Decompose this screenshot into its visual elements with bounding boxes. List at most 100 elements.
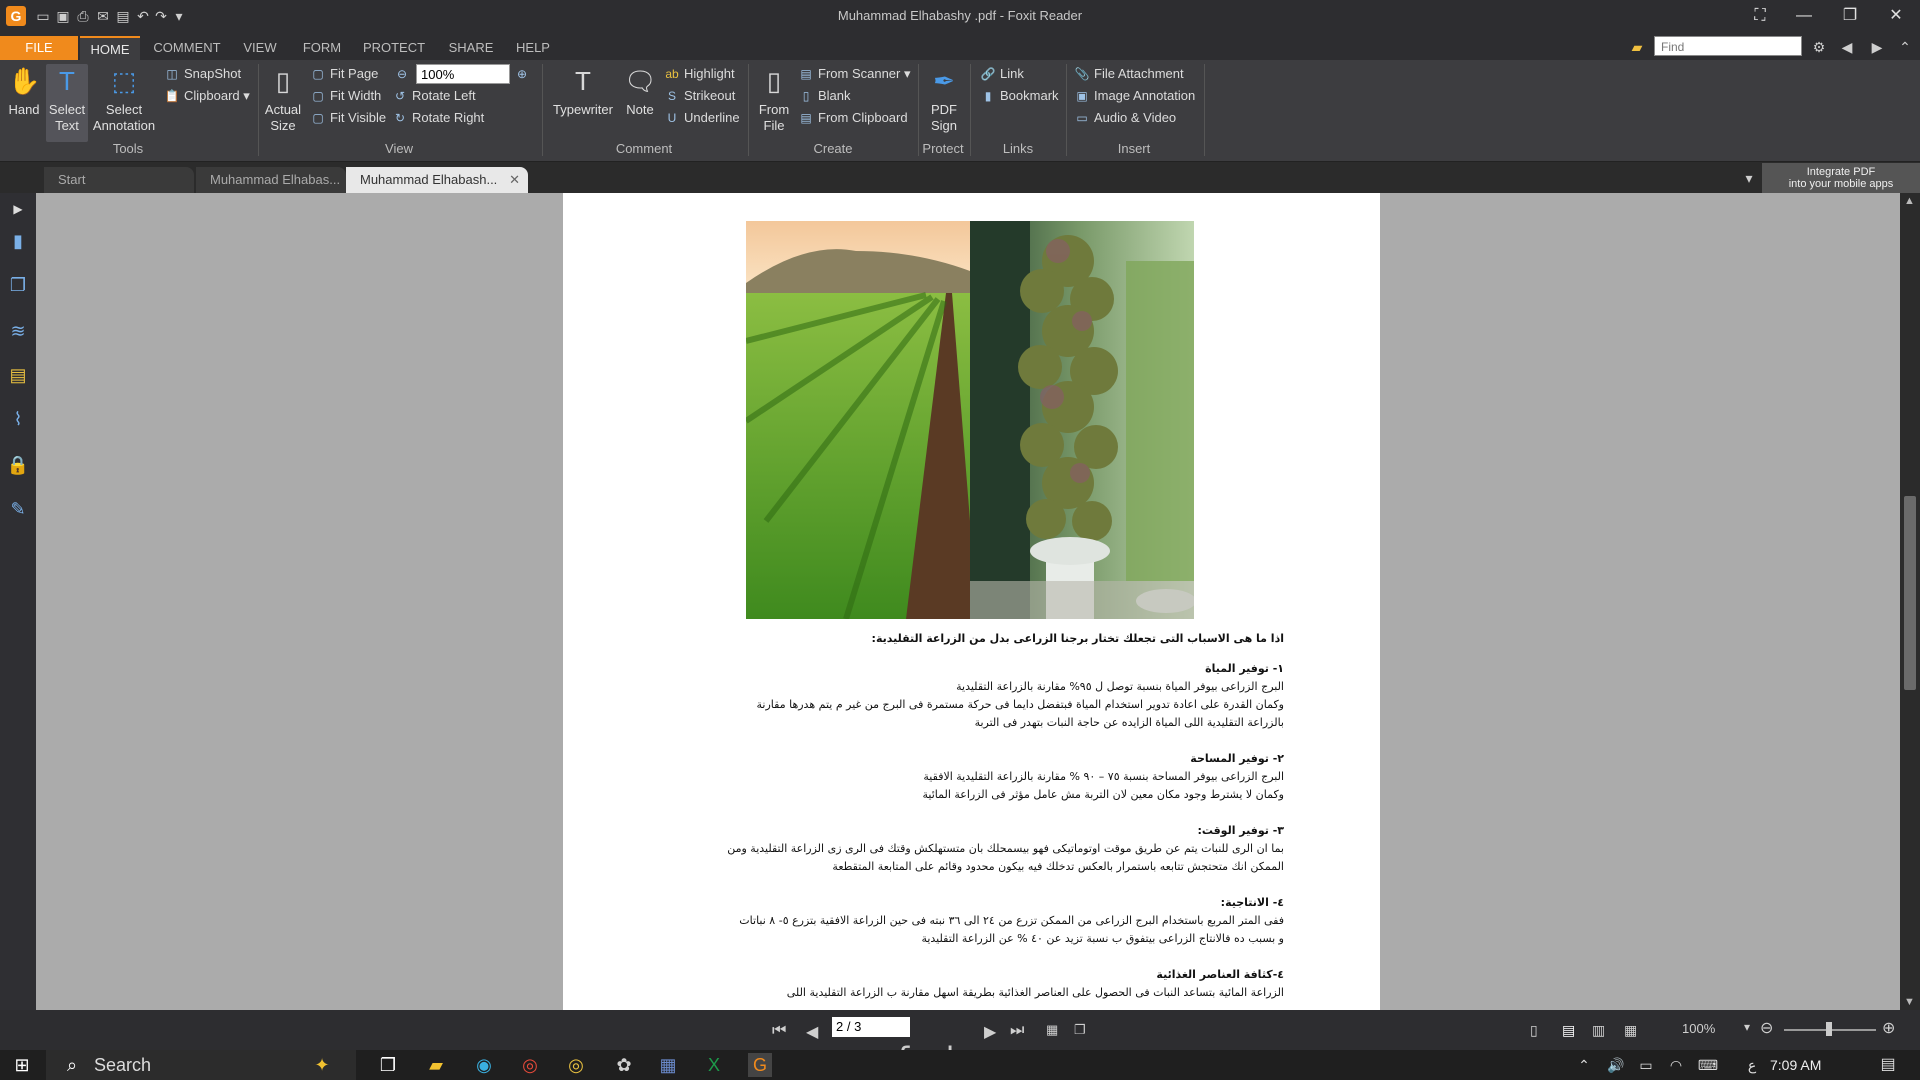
excel-icon[interactable]: X <box>702 1053 726 1077</box>
audio-video-button[interactable]: ▭ Audio & Video <box>1074 108 1176 128</box>
strikeout-button[interactable]: S Strikeout <box>664 86 735 106</box>
task-view-icon[interactable]: ❐ <box>376 1053 400 1077</box>
rotate-right-button[interactable]: ↻ Rotate Right <box>392 108 484 128</box>
scroll-thumb[interactable] <box>1904 496 1916 690</box>
pdf-page[interactable]: اذا ما هى الاسباب التى تجعلك تختار برجنا… <box>563 193 1380 1010</box>
file-explorer-icon[interactable]: ▰ <box>424 1053 448 1077</box>
restore-button[interactable]: ❐ <box>1830 4 1870 28</box>
language-indicator[interactable]: ع <box>1740 1053 1764 1077</box>
from-scanner-button[interactable]: ▤ From Scanner ▾ <box>798 64 910 84</box>
show-hidden-icons[interactable]: ⌃ <box>1572 1053 1596 1077</box>
fit-visible-button[interactable]: ▢ Fit Visible <box>310 108 386 128</box>
tab-comment[interactable]: COMMENT <box>146 36 228 60</box>
wifi-icon[interactable]: ◠ <box>1664 1053 1688 1077</box>
chrome-browser-icon[interactable]: ◎ <box>518 1053 542 1077</box>
fit-page-button[interactable]: ▢ Fit Page <box>310 64 378 84</box>
select-text-button[interactable]: T Select Text <box>46 64 88 142</box>
zoom-dropdown-icon[interactable]: ▾ <box>1744 1020 1750 1034</box>
copy-icon[interactable]: ❐ <box>1074 1022 1086 1038</box>
pdf-sign-button[interactable]: ✒ PDF Sign <box>924 64 964 134</box>
document-viewport[interactable]: اذا ما هى الاسباب التى تجعلك تختار برجنا… <box>36 193 1900 1010</box>
app-icon[interactable]: ✿ <box>612 1053 636 1077</box>
notifications-icon[interactable]: ▤ <box>1876 1053 1900 1077</box>
page-number-input[interactable]: 2 / 3 <box>832 1017 910 1037</box>
status-zoom-in-icon[interactable]: ⊕ <box>1882 1018 1895 1038</box>
zoom-slider-handle[interactable] <box>1826 1022 1832 1036</box>
tab-home[interactable]: HOME <box>80 36 140 60</box>
link-button[interactable]: 🔗 Link <box>980 64 1024 84</box>
single-page-view-icon[interactable]: ▯ <box>1530 1022 1538 1039</box>
highlight-button[interactable]: ab Highlight <box>664 64 734 84</box>
vertical-scrollbar[interactable]: ▲ ▼ <box>1900 193 1920 1010</box>
tab-form[interactable]: FORM <box>294 36 350 60</box>
foxit-taskbar-icon[interactable]: G <box>748 1053 772 1077</box>
tab-document-2[interactable]: Muhammad Elhabash... ✕ <box>346 167 528 193</box>
continuous-view-icon[interactable]: ▤ <box>1562 1022 1575 1039</box>
attachments-panel-icon[interactable]: ⌇ <box>6 407 30 431</box>
layers-panel-icon[interactable]: ≋ <box>6 319 30 343</box>
typewriter-button[interactable]: T Typewriter <box>548 64 618 118</box>
from-clipboard-button[interactable]: ▤ From Clipboard <box>798 108 907 128</box>
expand-panel-icon[interactable]: ▶ <box>6 197 30 221</box>
tab-help[interactable]: HELP <box>508 36 558 60</box>
comments-panel-icon[interactable]: ▤ <box>6 363 30 387</box>
signature-panel-icon[interactable]: ✎ <box>6 497 30 521</box>
find-input[interactable]: Find <box>1654 36 1802 56</box>
scroll-up-icon[interactable]: ▲ <box>1904 195 1915 207</box>
search-folder-icon[interactable]: ▰ <box>1628 38 1646 56</box>
calculator-icon[interactable]: ▦ <box>656 1053 680 1077</box>
tab-document-1[interactable]: Muhammad Elhabas... <box>196 167 346 193</box>
note-button[interactable]: 🗨 Note <box>622 64 658 118</box>
security-lock-icon[interactable]: 🔒 <box>6 453 30 477</box>
facing-view-icon[interactable]: ▥ <box>1592 1022 1605 1039</box>
next-page-icon[interactable]: ▶ <box>984 1022 996 1042</box>
first-page-icon[interactable]: ⏮ <box>772 1022 786 1040</box>
chrome-profile-icon[interactable]: ◎ <box>564 1053 588 1077</box>
blank-button[interactable]: ▯ Blank <box>798 86 851 106</box>
image-annotation-button[interactable]: ▣ Image Annotation <box>1074 86 1195 106</box>
underline-button[interactable]: U Underline <box>664 108 740 128</box>
fullscreen-icon[interactable]: ⛶ <box>1740 4 1780 28</box>
tab-share[interactable]: SHARE <box>442 36 500 60</box>
collapse-ribbon-icon[interactable]: ⌃ <box>1896 38 1914 56</box>
tab-file[interactable]: FILE <box>0 36 78 60</box>
nav-back-icon[interactable]: ◀ <box>1838 38 1856 56</box>
page-layout-icon[interactable]: ▦ <box>1046 1022 1058 1038</box>
tab-protect[interactable]: PROTECT <box>356 36 432 60</box>
tab-list-dropdown-icon[interactable]: ▾ <box>1740 169 1758 187</box>
taskbar-clock[interactable]: 7:09 AM <box>1770 1050 1821 1080</box>
bookmarks-panel-icon[interactable]: ▮ <box>6 229 30 253</box>
search-highlight-icon[interactable]: ✦ <box>310 1053 334 1077</box>
clipboard-button[interactable]: 📋 Clipboard ▾ <box>164 86 250 106</box>
actual-size-button[interactable]: ▯ Actual Size <box>262 64 304 134</box>
status-zoom-value[interactable]: 100% <box>1682 1021 1715 1036</box>
tab-start[interactable]: Start <box>44 167 194 193</box>
volume-icon[interactable]: 🔊 <box>1604 1053 1628 1077</box>
tab-view[interactable]: VIEW <box>234 36 286 60</box>
file-attachment-button[interactable]: 📎 File Attachment <box>1074 64 1184 84</box>
minimize-button[interactable]: — <box>1784 4 1824 28</box>
keyboard-icon[interactable]: ⌨ <box>1696 1053 1720 1077</box>
scroll-down-icon[interactable]: ▼ <box>1904 996 1915 1008</box>
zoom-out-icon[interactable]: ⊖ <box>394 64 414 84</box>
last-page-icon[interactable]: ⏭ <box>1010 1022 1024 1040</box>
from-file-button[interactable]: ▯ From File <box>752 64 796 134</box>
pages-panel-icon[interactable]: ❐ <box>6 273 30 297</box>
continuous-facing-view-icon[interactable]: ▦ <box>1624 1022 1637 1039</box>
snapshot-button[interactable]: ◫ SnapShot <box>164 64 241 84</box>
rotate-left-button[interactable]: ↺ Rotate Left <box>392 86 476 106</box>
close-button[interactable]: ✕ <box>1876 4 1916 28</box>
promo-banner[interactable]: Integrate PDF into your mobile apps <box>1762 163 1920 193</box>
hand-tool-button[interactable]: ✋ Hand <box>4 64 44 118</box>
select-annotation-button[interactable]: ⬚ Select Annotation <box>92 64 156 134</box>
battery-icon[interactable]: ▭ <box>1634 1053 1658 1077</box>
nav-forward-icon[interactable]: ▶ <box>1868 38 1886 56</box>
close-tab-icon[interactable]: ✕ <box>509 167 520 193</box>
previous-page-icon[interactable]: ◀ <box>806 1022 818 1042</box>
zoom-in-icon[interactable]: ⊕ <box>514 64 534 84</box>
windows-start-icon[interactable]: ⊞ <box>10 1053 34 1077</box>
bookmark-button[interactable]: ▮ Bookmark <box>980 86 1059 106</box>
fit-width-button[interactable]: ▢ Fit Width <box>310 86 381 106</box>
status-zoom-out-icon[interactable]: ⊖ <box>1760 1018 1773 1038</box>
zoom-input[interactable]: 100% <box>416 64 510 84</box>
